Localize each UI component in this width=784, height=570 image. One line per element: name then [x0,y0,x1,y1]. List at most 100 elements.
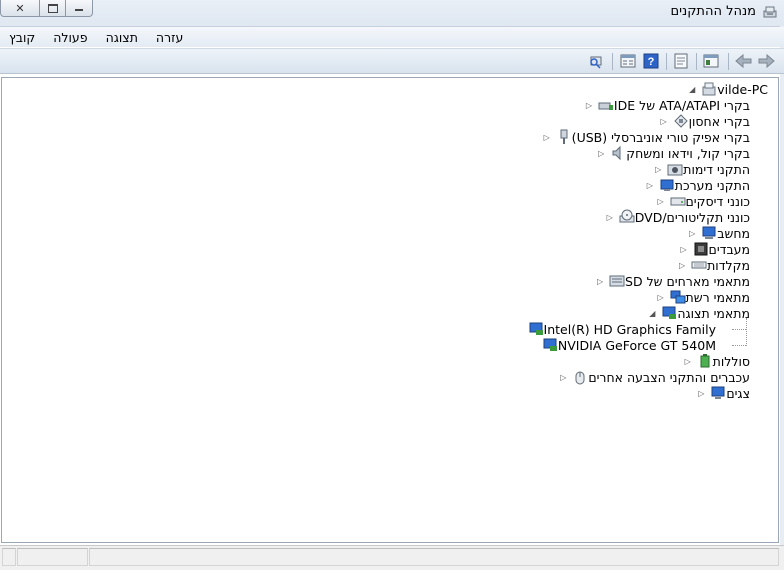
toolbar: ? [0,48,784,74]
tree-item-label: מעבדים [708,241,750,257]
tree-root[interactable]: ◢ vilde-PC [683,81,768,97]
tree-item-dvd[interactable]: ▷ כונני תקליטורים/DVD [601,209,750,225]
expand-arrow-icon[interactable]: ▷ [596,149,606,158]
svg-text:?: ? [648,56,655,68]
tree-child-label: Intel(R) HD Graphics Family [543,321,716,337]
tree-item-imaging[interactable]: ▷ התקני דימות [649,161,750,177]
tree-item-sd-host[interactable]: ▷ מתאמי מארחים של SD [591,273,750,289]
expand-arrow-icon[interactable]: ▷ [687,229,697,238]
display-adapter-icon [542,337,558,353]
tree-item-keyboards[interactable]: ▷ מקלדות [673,257,750,273]
tree-item-label: התקני מערכת [674,177,750,193]
usb-icon [556,129,572,145]
expand-arrow-icon[interactable]: ▷ [653,165,663,174]
collapse-arrow-icon[interactable]: ◢ [647,309,657,318]
tree-child-nvidia[interactable]: NVIDIA GeForce GT 540M [538,337,716,353]
expand-arrow-icon[interactable]: ▷ [542,133,552,142]
window-controls: ✕ [0,0,93,17]
device-manager-icon [762,4,778,20]
window-title: מנהל ההתקנים [670,4,756,19]
tree-item-usb[interactable]: ▷ בקרי אפיק טורי אוניברסלי (USB) [538,129,750,145]
tree-item-monitors[interactable]: ▷ צגים [692,385,750,401]
minimize-button[interactable] [66,0,93,17]
tree-item-computer[interactable]: ▷ מחשב [683,225,750,241]
tree-guide-line [732,345,746,346]
expand-arrow-icon[interactable]: ▷ [595,277,605,286]
tree-item-label: בקרי אחסון [688,113,750,129]
tree-item-system[interactable]: ▷ התקני מערכת [641,177,750,193]
toolbar-separator [696,53,697,70]
ide-controller-icon [598,97,614,113]
disk-drive-icon [670,193,686,209]
tree-item-label: מקלדות [707,257,750,273]
close-icon: ✕ [15,1,25,15]
menu-view[interactable]: תצוגה [97,30,147,45]
sd-host-icon [609,273,625,289]
tree-item-label: צגים [726,385,750,401]
tree-item-label: מחשב [717,225,750,241]
menu-help[interactable]: עזרה [147,30,192,45]
tree-item-label: בקרי קול, וידאו ומשחק [626,145,750,161]
processor-icon [693,241,709,257]
tree-item-ide[interactable]: ▷ בקרי ATA/ATAPI של IDE [580,97,750,113]
tree-item-processors[interactable]: ▷ מעבדים [675,241,750,257]
tree-item-label: מתאמי רשת [685,289,750,305]
menu-action[interactable]: פעולה [44,30,96,45]
scan-hardware-icon[interactable] [588,53,604,69]
battery-icon [697,353,713,369]
tree-item-storage[interactable]: ▷ בקרי אחסון [655,113,750,129]
title-bar: ✕ מנהל ההתקנים [0,0,784,27]
tree-item-batteries[interactable]: ▷ סוללות [679,353,750,369]
monitor-icon [710,385,726,401]
display-adapter-icon [661,305,677,321]
tree-item-label: עכברים והתקני הצבעה אחרים [588,369,750,385]
camera-icon [667,161,683,177]
forward-icon[interactable] [757,53,775,69]
tree-item-disk[interactable]: ▷ כונני דיסקים [652,193,750,209]
tree-guide-line [746,318,747,346]
menu-file[interactable]: קובץ [0,30,44,45]
collapse-arrow-icon[interactable]: ◢ [687,85,697,94]
tree-item-label: התקני דימות [683,161,750,177]
tree-root-label: vilde-PC [717,81,768,97]
close-button[interactable]: ✕ [0,0,40,17]
window-frame [780,26,784,569]
tree-item-label: בקרי אפיק טורי אוניברסלי (USB) [571,129,750,145]
toolbar-separator [612,53,613,70]
tree-item-label: כונני תקליטורים/DVD [634,209,750,225]
tree-item-sound[interactable]: ▷ בקרי קול, וידאו ומשחק [592,145,750,161]
maximize-button[interactable] [40,0,66,17]
expand-arrow-icon[interactable]: ▷ [696,389,706,398]
expand-arrow-icon[interactable]: ▷ [584,101,594,110]
expand-arrow-icon[interactable]: ▷ [677,261,687,270]
expand-arrow-icon[interactable]: ▷ [605,213,615,222]
toolbar-separator [666,53,667,70]
keyboard-icon [691,257,707,273]
tree-item-mice[interactable]: ▷ עכברים והתקני הצבעה אחרים [554,369,750,385]
tree-child-label: NVIDIA GeForce GT 540M [557,337,716,353]
tree-child-intel[interactable]: Intel(R) HD Graphics Family [524,321,716,337]
expand-arrow-icon[interactable]: ▷ [659,117,669,126]
status-cell [89,548,779,566]
view-icon[interactable] [620,53,636,69]
tree-item-label: כונני דיסקים [685,193,750,209]
network-adapter-icon [670,289,686,305]
tree-item-label: סוללות [712,353,750,369]
tree-item-display[interactable]: ◢ מתאמי תצוגה [643,305,750,321]
expand-arrow-icon[interactable]: ▷ [645,181,655,190]
tree-item-network[interactable]: ▷ מתאמי רשת [652,289,750,305]
expand-arrow-icon[interactable]: ▷ [679,245,689,254]
back-icon[interactable] [735,53,752,69]
expand-arrow-icon[interactable]: ▷ [683,357,693,366]
properties-icon[interactable] [673,53,689,69]
help-icon[interactable]: ? [643,53,659,69]
tree-item-label: מתאמי מארחים של SD [625,273,750,289]
expand-arrow-icon[interactable]: ▷ [656,197,666,206]
show-hide-tree-icon[interactable] [703,53,719,69]
expand-arrow-icon[interactable]: ▷ [558,373,568,382]
computer-icon [701,225,717,241]
toolbar-separator [728,53,729,70]
storage-controller-icon [673,113,689,129]
expand-arrow-icon[interactable]: ▷ [656,293,666,302]
tree-item-label: בקרי ATA/ATAPI של IDE [613,97,750,113]
